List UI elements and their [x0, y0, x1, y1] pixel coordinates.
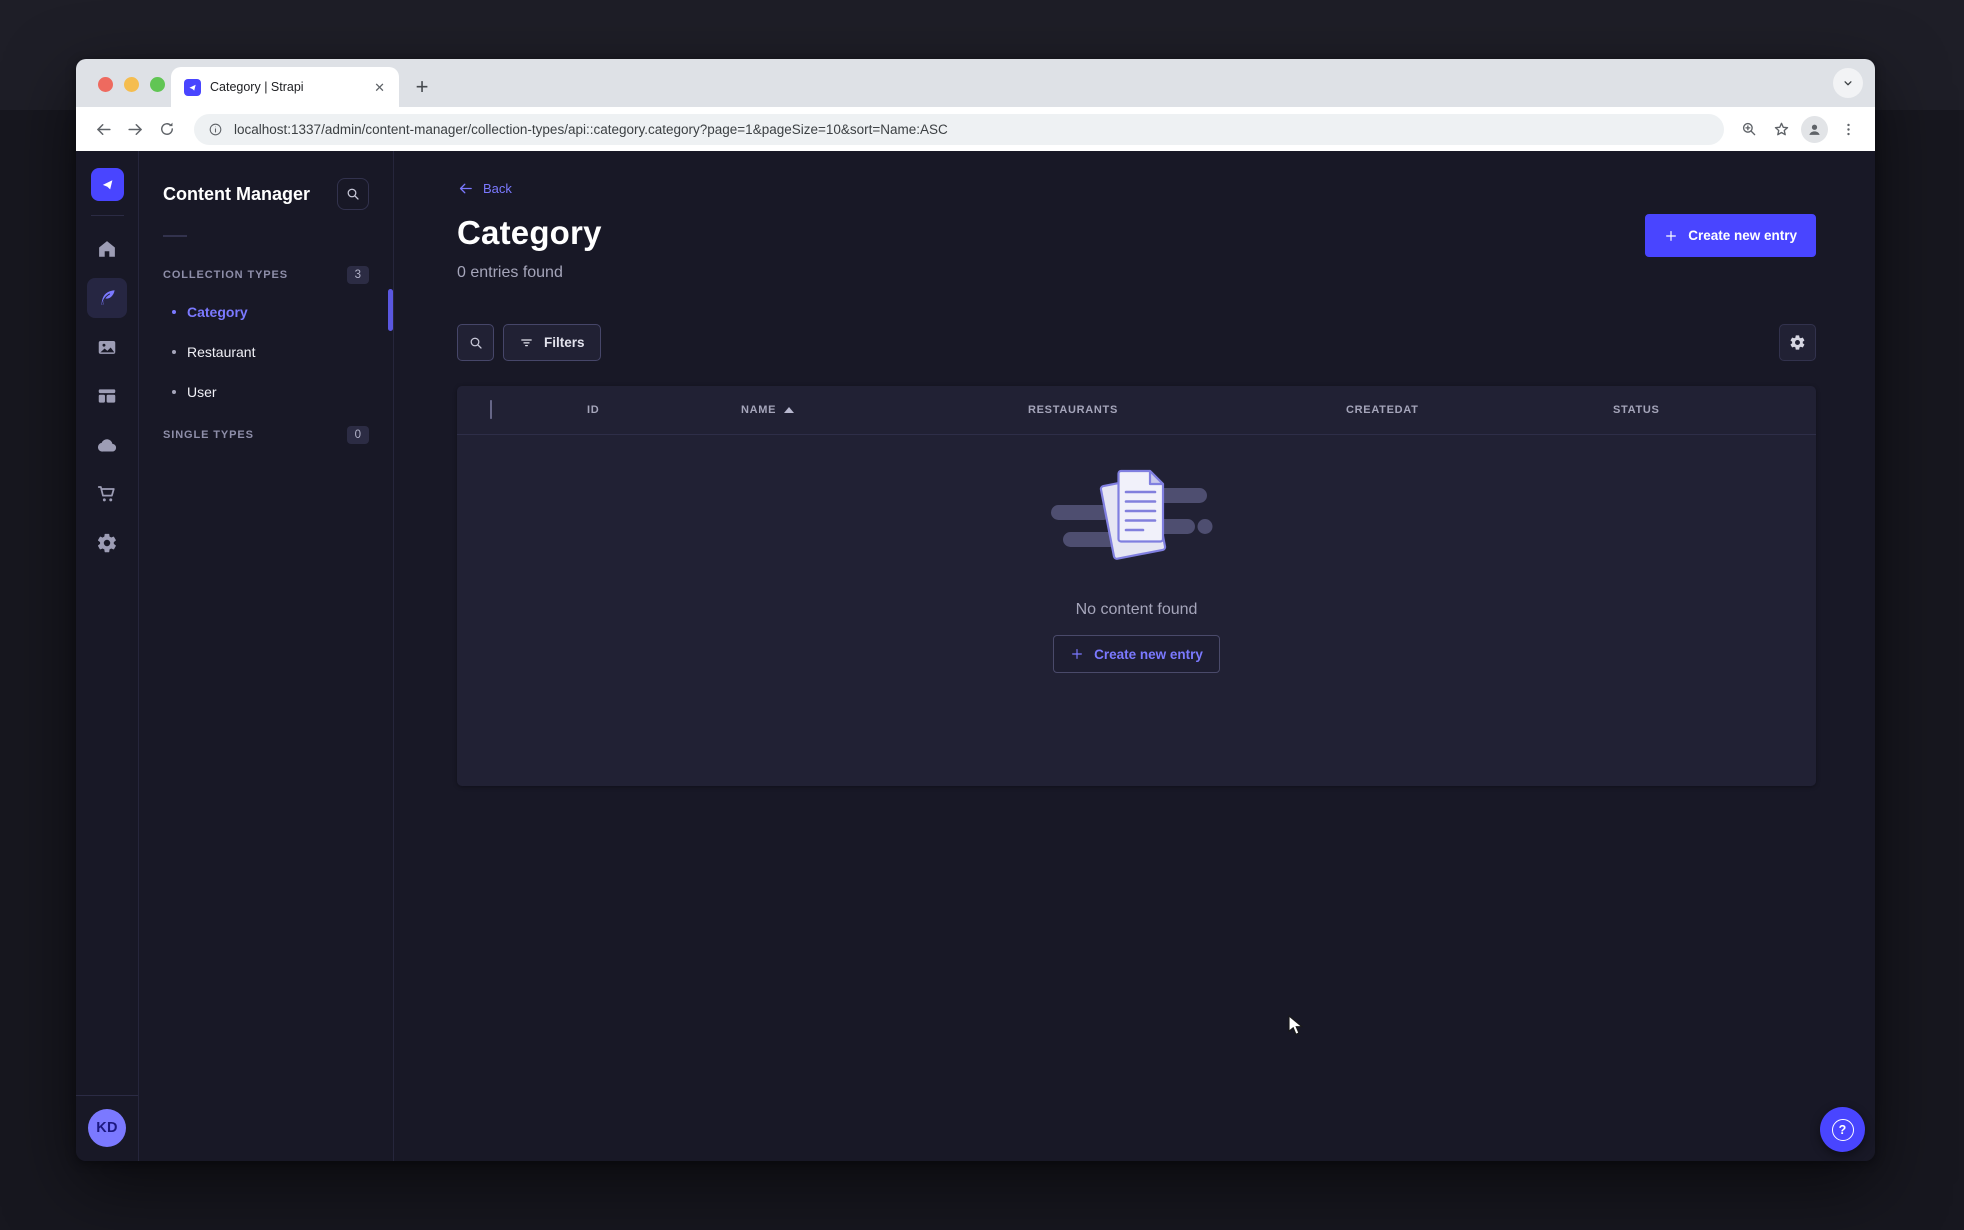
empty-documents-illustration	[1050, 469, 1212, 560]
mouse-cursor	[1288, 1015, 1308, 1037]
filters-button[interactable]: Filters	[503, 324, 601, 361]
macos-traffic-lights	[98, 77, 165, 92]
browser-tab-strip: Category | Strapi ✕ +	[76, 59, 1875, 107]
subnav-item-label: Restaurant	[187, 344, 256, 360]
main-navigation: KD	[76, 151, 139, 1161]
address-bar[interactable]: localhost:1337/admin/content-manager/col…	[194, 113, 1724, 145]
empty-state-message: No content found	[1075, 601, 1198, 618]
question-mark-icon: ?	[1831, 1118, 1854, 1141]
tab-title: Category | Strapi	[210, 80, 304, 94]
back-link[interactable]: Back	[457, 180, 512, 197]
search-icon	[470, 337, 482, 349]
bullet-icon	[172, 390, 176, 394]
plus-icon	[1072, 649, 1083, 659]
divider	[90, 215, 124, 216]
create-entry-label: Create new entry	[1688, 228, 1797, 243]
search-button[interactable]	[457, 324, 494, 361]
bullet-icon	[172, 350, 176, 354]
site-info-icon[interactable]	[208, 122, 223, 137]
bookmark-star-icon[interactable]	[1766, 114, 1796, 144]
arrow-left-icon	[459, 183, 472, 194]
column-header-status[interactable]: STATUS	[1613, 404, 1816, 416]
empty-create-entry-button[interactable]: Create new entry	[1053, 635, 1220, 673]
back-icon[interactable]	[88, 114, 118, 144]
subnav-search-button[interactable]	[337, 178, 369, 210]
table-header-row: ID NAME RESTAURANTS CREATEDAT STATUS	[457, 386, 1816, 435]
zoom-window-button[interactable]	[150, 77, 165, 92]
media-library-icon[interactable]	[87, 327, 127, 367]
column-header-name[interactable]: NAME	[741, 404, 1028, 416]
reload-icon[interactable]	[152, 114, 182, 144]
strapi-logo-icon[interactable]	[90, 168, 124, 201]
tab-search-chevron-icon[interactable]	[1833, 68, 1863, 98]
single-types-label: SINGLE TYPES	[163, 429, 254, 441]
sort-ascending-icon	[784, 407, 795, 413]
zoom-level-icon[interactable]	[1734, 114, 1764, 144]
page-title: Category	[457, 214, 602, 251]
help-button[interactable]: ?	[1820, 1107, 1865, 1152]
new-tab-button[interactable]: +	[407, 72, 437, 102]
browser-menu-icon[interactable]	[1833, 114, 1863, 144]
divider	[163, 235, 187, 237]
content-manager-icon[interactable]	[87, 278, 127, 318]
home-icon[interactable]	[87, 229, 127, 269]
subnav-item-category[interactable]: Category	[163, 292, 369, 332]
collection-types-count-badge: 3	[346, 266, 369, 284]
minimize-window-button[interactable]	[124, 77, 139, 92]
marketplace-cart-icon[interactable]	[87, 474, 127, 514]
browser-window: Category | Strapi ✕ + localhost:1337/adm…	[76, 59, 1875, 1161]
subnav-item-user[interactable]: User	[163, 372, 369, 412]
bullet-icon	[172, 310, 176, 314]
close-window-button[interactable]	[98, 77, 113, 92]
subnav-item-restaurant[interactable]: Restaurant	[163, 332, 369, 372]
subnav-title: Content Manager	[163, 183, 311, 204]
column-header-id[interactable]: ID	[587, 404, 741, 416]
forward-icon[interactable]	[120, 114, 150, 144]
empty-state: No content found Create new entry	[457, 435, 1816, 673]
tab-close-icon[interactable]: ✕	[370, 79, 389, 96]
view-settings-button[interactable]	[1779, 324, 1816, 361]
collection-types-label: COLLECTION TYPES	[163, 269, 289, 281]
entries-table-card: ID NAME RESTAURANTS CREATEDAT STATUS No …	[457, 386, 1816, 786]
cloud-icon[interactable]	[87, 425, 127, 465]
filter-icon	[521, 339, 532, 347]
empty-create-entry-label: Create new entry	[1094, 646, 1203, 662]
content-type-builder-icon[interactable]	[87, 376, 127, 416]
gear-icon	[1790, 335, 1805, 350]
strapi-favicon-icon	[184, 78, 201, 96]
create-entry-button[interactable]: Create new entry	[1645, 214, 1816, 257]
column-header-restaurants[interactable]: RESTAURANTS	[1028, 404, 1346, 416]
single-types-count-badge: 0	[346, 426, 369, 444]
subnav-item-label: User	[187, 384, 217, 400]
browser-profile-avatar[interactable]	[1801, 115, 1828, 143]
filters-label: Filters	[544, 335, 585, 350]
subnav-scrollbar-thumb[interactable]	[388, 289, 393, 331]
url-text: localhost:1337/admin/content-manager/col…	[234, 121, 948, 137]
user-avatar[interactable]: KD	[88, 1109, 126, 1147]
back-label: Back	[483, 181, 512, 196]
main-content: Back Category Create new entry 0 entries…	[394, 151, 1875, 1161]
plus-icon	[1666, 230, 1677, 241]
subnav-item-label: Category	[187, 304, 248, 320]
user-footer: KD	[76, 1095, 138, 1161]
column-header-createdat[interactable]: CREATEDAT	[1346, 404, 1613, 416]
entries-count: 0 entries found	[457, 264, 563, 281]
strapi-admin: KD Content Manager COLLECTION TYPES 3 Ca…	[76, 151, 1875, 1161]
select-all-checkbox[interactable]	[490, 400, 492, 419]
browser-toolbar: localhost:1337/admin/content-manager/col…	[76, 107, 1875, 151]
content-manager-subnav: Content Manager COLLECTION TYPES 3 Categ…	[139, 151, 394, 1161]
browser-tab[interactable]: Category | Strapi ✕	[171, 67, 399, 107]
settings-gear-icon[interactable]	[87, 523, 127, 563]
